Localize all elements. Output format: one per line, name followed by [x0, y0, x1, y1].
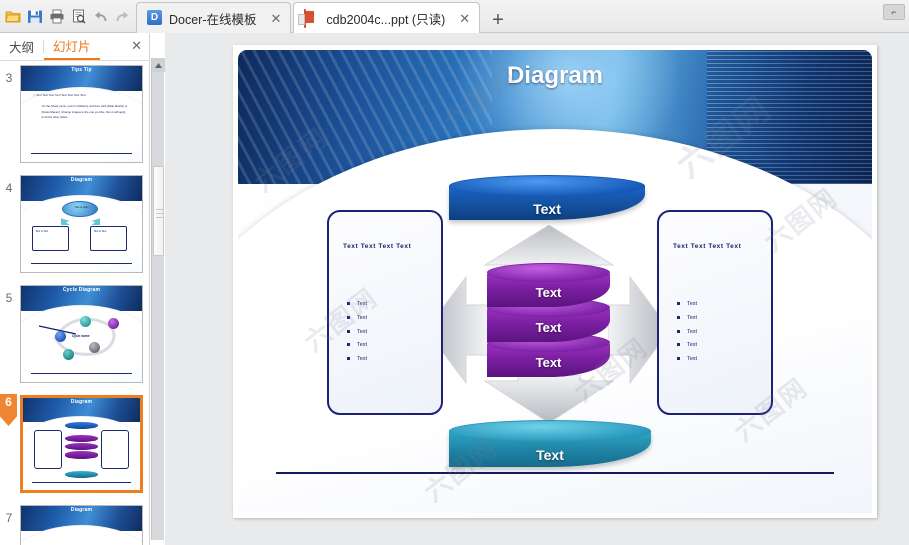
list-item: Text	[347, 298, 437, 312]
scrollbar-thumb[interactable]	[153, 166, 164, 256]
center-cylinder-3-label: Text	[535, 355, 562, 370]
list-item: Text	[677, 339, 767, 353]
scroll-up-arrow-icon[interactable]	[152, 58, 165, 72]
thumbnail-slide-6[interactable]: 6 Diagram	[0, 391, 149, 501]
slide-editing-area[interactable]: Diagram Text Text Text Text Text Text Te…	[165, 33, 909, 545]
thumbnail-slide-4[interactable]: 4 Diagram Title or topic Text & Text Tex…	[0, 171, 149, 281]
tab-slides[interactable]: 幻灯片	[44, 33, 100, 60]
window-menu-button[interactable]: ⌐	[883, 4, 905, 20]
list-item: Text	[347, 339, 437, 353]
thumbnail-number: 4	[5, 181, 13, 195]
save-icon[interactable]	[24, 6, 45, 28]
thumbnail-box1-text: Text & Text	[35, 229, 49, 233]
thumbnail-image[interactable]: Tips Tip ◇ Text Text Text Text Text Text…	[20, 65, 143, 163]
thumbnail-slide-5[interactable]: 5 Cycle Diagram Cycle name	[0, 281, 149, 391]
list-item: Text	[347, 326, 437, 340]
thumbnail-number-badge: 6	[0, 394, 17, 426]
slide-navigator-panel: 大纲 幻灯片 ✕ 3 Tips Tip ◇ Text Text Text Tex…	[0, 33, 150, 545]
right-content-box[interactable]: Text Text Text Text Text Text Text Text …	[657, 210, 773, 415]
list-item: Text	[677, 326, 767, 340]
tab-docer[interactable]: D Docer-在线模板 ✕	[136, 2, 292, 33]
thumbnail-title: Diagram	[70, 177, 93, 183]
slide-footer-rule	[276, 472, 834, 474]
left-content-box[interactable]: Text Text Text Text Text Text Text Text …	[327, 210, 443, 415]
thumbnail-image[interactable]: Diagram	[20, 395, 143, 493]
tab-docer-close-icon[interactable]: ✕	[271, 12, 282, 25]
center-cylinder-2-label: Text	[535, 320, 562, 335]
left-box-bullets: Text Text Text Text Text	[347, 298, 437, 367]
thumbnail-body-text: On the [View] menu, point to [Master], a…	[41, 104, 128, 120]
right-box-bullets: Text Text Text Text Text	[677, 298, 767, 367]
thumbnail-image[interactable]: Diagram Title or topic Text & Text Text …	[20, 175, 143, 273]
ppt-file-icon	[304, 9, 319, 28]
tab-presentation[interactable]: cdb2004c...ppt (只读) ✕	[293, 2, 481, 33]
top-cylinder[interactable]: Text	[449, 175, 645, 220]
arrow-up-icon	[483, 224, 615, 268]
slide-canvas-frame: Diagram Text Text Text Text Text Text Te…	[233, 45, 877, 518]
slide-canvas[interactable]: Diagram Text Text Text Text Text Text Te…	[238, 50, 872, 513]
panel-tab-bar: 大纲 幻灯片 ✕	[0, 33, 149, 61]
thumbnail-title: Tips Tip	[71, 67, 92, 73]
list-item: Text	[677, 353, 767, 367]
thumbnail-slide-7[interactable]: 7 Diagram	[0, 501, 149, 545]
slide-title: Diagram	[506, 62, 604, 89]
tab-presentation-close-icon[interactable]: ✕	[459, 12, 470, 25]
thumbnail-bullet-line: ◇ Text Text Text Text Text Text Text Tex…	[33, 92, 86, 97]
bottom-cylinder-label: Text	[536, 447, 564, 463]
tab-docer-label: Docer-在线模板	[169, 12, 257, 27]
tab-strip: D Docer-在线模板 ✕ cdb2004c...ppt (只读) ✕ +	[136, 0, 514, 33]
thumbnail-scrollbar[interactable]	[151, 58, 165, 540]
thumbnail-number: 5	[5, 291, 13, 305]
top-cylinder-label: Text	[533, 201, 561, 217]
tab-outline[interactable]: 大纲	[0, 33, 43, 60]
thumbnail-title: Diagram	[70, 507, 93, 513]
open-icon[interactable]	[2, 6, 23, 28]
bottom-cylinder[interactable]: Text	[449, 420, 651, 467]
list-item: Text	[677, 312, 767, 326]
right-box-heading: Text Text Text Text	[673, 243, 742, 250]
top-toolbar: D Docer-在线模板 ✕ cdb2004c...ppt (只读) ✕ + ⌐	[0, 0, 909, 33]
thumbnail-number: 7	[5, 511, 13, 525]
thumbnail-title: Diagram	[70, 399, 93, 405]
panel-close-icon[interactable]: ✕	[131, 38, 142, 54]
redo-icon[interactable]	[112, 6, 133, 28]
undo-icon[interactable]	[90, 6, 111, 28]
thumbnail-number: 3	[5, 71, 13, 85]
list-item: Text	[347, 353, 437, 367]
arrow-down-icon	[483, 374, 615, 424]
print-icon[interactable]	[46, 6, 67, 28]
list-item: Text	[677, 298, 767, 312]
center-cylinder-1-label: Text	[535, 285, 562, 300]
print-preview-icon[interactable]	[68, 6, 89, 28]
docer-icon: D	[147, 10, 162, 26]
thumbnail-image[interactable]: Diagram	[20, 505, 143, 545]
thumbnail-image[interactable]: Cycle Diagram Cycle name	[20, 285, 143, 383]
thumbnail-box2-text: Text & Text	[93, 229, 107, 233]
thumbnail-slide-3[interactable]: 3 Tips Tip ◇ Text Text Text Text Text Te…	[0, 61, 149, 171]
thumbnail-center-label: Title or topic	[74, 205, 89, 209]
center-cylinder-1[interactable]: Text	[487, 263, 610, 307]
left-box-heading: Text Text Text Text	[343, 243, 412, 250]
thumbnail-center-label: Cycle name	[71, 334, 90, 338]
tab-presentation-label: cdb2004c...ppt (只读)	[326, 12, 446, 27]
slide-thumbnail-list[interactable]: 3 Tips Tip ◇ Text Text Text Text Text Te…	[0, 61, 149, 545]
list-item: Text	[347, 312, 437, 326]
new-tab-button[interactable]: +	[482, 10, 514, 33]
